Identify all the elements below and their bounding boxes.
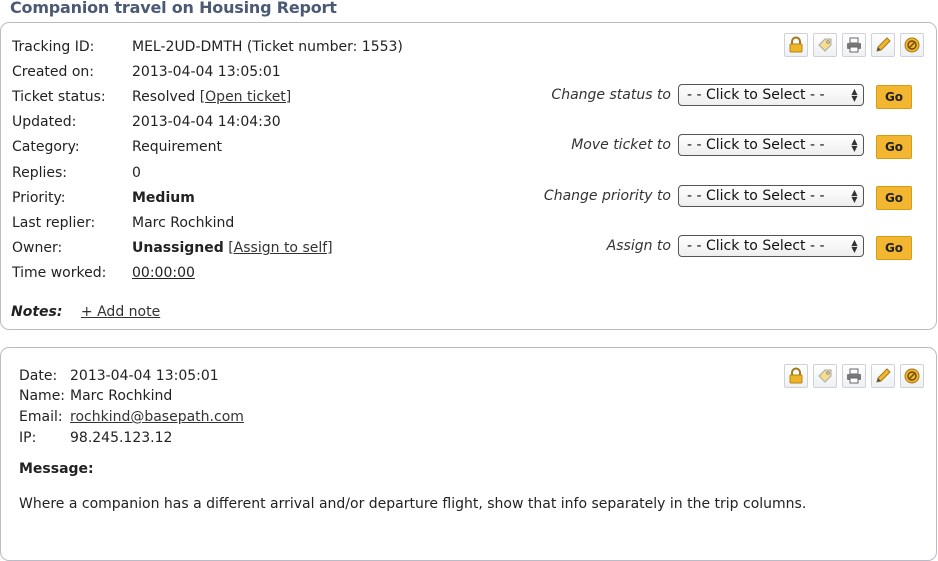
assign-to-go-button[interactable]: Go <box>876 236 912 260</box>
lock-icon[interactable] <box>784 33 808 57</box>
assign-to-label: Assign to <box>606 238 671 254</box>
category-value: Requirement <box>132 139 223 155</box>
select-arrows-icon: ▲ ▼ <box>851 238 858 254</box>
select-arrows-icon: ▲ ▼ <box>851 188 858 204</box>
cancel-icon[interactable] <box>900 364 924 388</box>
select-value: - - Click to Select - - <box>687 87 825 103</box>
message-toolbar <box>779 364 924 388</box>
replies-label: Replies: <box>12 165 68 181</box>
ticket-panel: Tracking ID: MEL-2UD-DMTH (Ticket number… <box>0 22 937 330</box>
message-ip-value: 98.245.123.12 <box>70 430 173 446</box>
assign-to-action: Assign to - - Click to Select - - ▲ ▼ Go <box>544 235 924 260</box>
notes-label: Notes: <box>11 304 63 320</box>
tag-icon[interactable] <box>813 364 837 388</box>
owner-value-wrap: Unassigned [Assign to self] <box>132 238 333 258</box>
select-value: - - Click to Select - - <box>687 137 825 153</box>
tag-icon[interactable] <box>813 33 837 57</box>
updated-value: 2013-04-04 14:04:30 <box>132 114 281 130</box>
notes-row: Notes: + Add note <box>11 302 160 322</box>
priority-value: Medium <box>132 190 195 206</box>
cancel-icon[interactable] <box>900 33 924 57</box>
owner-label: Owner: <box>12 240 63 256</box>
print-icon[interactable] <box>842 364 866 388</box>
message-heading: Message: <box>19 461 94 477</box>
priority-label: Priority: <box>12 190 66 206</box>
change-status-action: Change status to - - Click to Select - -… <box>544 84 924 109</box>
message-email-label: Email: <box>19 409 63 425</box>
change-status-label: Change status to <box>551 87 671 103</box>
change-status-select[interactable]: - - Click to Select - - ▲ ▼ <box>678 84 864 106</box>
change-priority-select[interactable]: - - Click to Select - - ▲ ▼ <box>678 185 864 207</box>
change-priority-action: Change priority to - - Click to Select -… <box>543 185 924 210</box>
message-name-label: Name: <box>19 388 66 404</box>
select-value: - - Click to Select - - <box>687 238 825 254</box>
print-icon[interactable] <box>842 33 866 57</box>
select-arrows-icon: ▲ ▼ <box>851 137 858 153</box>
lock-icon[interactable] <box>784 364 808 388</box>
last-replier-label: Last replier: <box>12 215 96 231</box>
move-ticket-label: Move ticket to <box>571 137 671 153</box>
edit-pencil-icon[interactable] <box>871 364 895 388</box>
open-ticket-link[interactable]: [Open ticket] <box>200 89 292 105</box>
change-priority-label: Change priority to <box>543 188 671 204</box>
time-worked-label: Time worked: <box>12 265 107 281</box>
created-value: 2013-04-04 13:05:01 <box>132 64 281 80</box>
message-date-label: Date: <box>19 368 58 384</box>
move-ticket-go-button[interactable]: Go <box>876 135 912 159</box>
status-value: Resolved <box>132 89 196 105</box>
status-value-wrap: Resolved [Open ticket] <box>132 87 291 107</box>
ticket-toolbar <box>779 33 924 57</box>
message-date-value: 2013-04-04 13:05:01 <box>70 368 219 384</box>
page-title: Companion travel on Housing Report <box>10 0 337 17</box>
replies-value: 0 <box>132 165 141 181</box>
owner-value: Unassigned <box>132 240 224 256</box>
move-ticket-select[interactable]: - - Click to Select - - ▲ ▼ <box>678 134 864 156</box>
add-note-link[interactable]: + Add note <box>81 304 160 320</box>
tracking-id-value: MEL-2UD-DMTH (Ticket number: 1553) <box>132 39 403 55</box>
category-label: Category: <box>12 139 80 155</box>
move-ticket-action: Move ticket to - - Click to Select - - ▲… <box>544 134 924 159</box>
last-replier-value: Marc Rochkind <box>132 215 235 231</box>
tracking-id-label: Tracking ID: <box>12 39 95 55</box>
created-label: Created on: <box>12 64 95 80</box>
assign-to-select[interactable]: - - Click to Select - - ▲ ▼ <box>678 235 864 257</box>
message-ip-label: IP: <box>19 430 37 446</box>
change-status-go-button[interactable]: Go <box>876 85 912 109</box>
edit-pencil-icon[interactable] <box>871 33 895 57</box>
status-label: Ticket status: <box>12 89 106 105</box>
time-worked-link[interactable]: 00:00:00 <box>132 263 195 283</box>
message-body: Where a companion has a different arriva… <box>19 496 807 512</box>
assign-to-self-link[interactable]: [Assign to self] <box>228 240 332 256</box>
message-email-link[interactable]: rochkind@basepath.com <box>70 407 244 427</box>
select-arrows-icon: ▲ ▼ <box>851 87 858 103</box>
select-value: - - Click to Select - - <box>687 188 825 204</box>
message-name-value: Marc Rochkind <box>70 388 173 404</box>
change-priority-go-button[interactable]: Go <box>876 186 912 210</box>
updated-label: Updated: <box>12 114 77 130</box>
